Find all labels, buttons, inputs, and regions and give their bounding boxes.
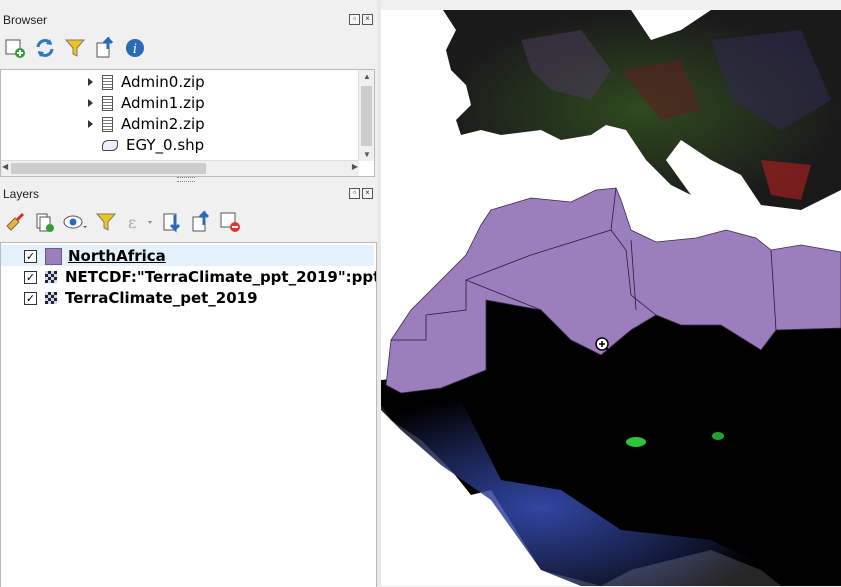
map-rendering (381, 10, 841, 586)
green-raster-spot (712, 432, 724, 440)
float-panel-icon[interactable]: ▫ (349, 188, 360, 199)
tree-item-admin2[interactable]: Admin2.zip (88, 114, 205, 134)
zip-archive-icon (102, 95, 113, 111)
layer-item-terraclimate-pet[interactable]: ✓ TerraClimate_pet_2019 (24, 288, 258, 308)
layer-visibility-checkbox[interactable]: ✓ (24, 249, 37, 263)
layers-toolbar: ε (4, 211, 241, 233)
shapefile-icon (102, 139, 118, 151)
remove-layer-icon[interactable] (219, 211, 241, 233)
collapse-all-icon[interactable] (94, 37, 116, 59)
green-raster-spot (626, 437, 646, 447)
browser-horizontal-scrollbar[interactable]: ◀ ▶ (1, 160, 359, 176)
tree-item-egy0[interactable]: EGY_0.shp (102, 135, 205, 155)
scrollbar-thumb[interactable] (11, 163, 206, 174)
scroll-left-icon[interactable]: ◀ (2, 162, 8, 171)
layer-label: NETCDF:"TerraClimate_ppt_2019":ppt (65, 268, 377, 286)
expand-arrow-icon[interactable] (88, 99, 93, 107)
browser-panel-title: Browser (3, 13, 48, 27)
filter-icon[interactable] (64, 37, 86, 59)
add-group-icon[interactable] (33, 211, 55, 233)
svg-text:i: i (133, 42, 137, 57)
layer-label: TerraClimate_pet_2019 (65, 289, 258, 307)
layer-item-netcdf-ppt[interactable]: ✓ NETCDF:"TerraClimate_ppt_2019":ppt (24, 267, 377, 287)
zip-archive-icon (102, 116, 113, 132)
map-canvas[interactable] (381, 10, 841, 586)
expand-all-icon[interactable] (161, 211, 183, 233)
polygon-symbol-icon (45, 247, 62, 265)
layer-item-northafrica[interactable]: ✓ NorthAfrica (24, 246, 166, 266)
raster-symbol-icon (45, 292, 57, 304)
style-brush-icon[interactable] (4, 211, 26, 233)
tree-item-label: EGY_0.shp (126, 136, 205, 154)
tree-item-label: Admin0.zip (121, 73, 205, 91)
scroll-down-icon[interactable]: ▼ (363, 150, 371, 159)
left-dock: Browser ▫ × i Admin0.zip Admin1.zip Admi… (0, 0, 377, 587)
browser-tree: Admin0.zip Admin1.zip Admin2.zip EGY_0.s… (0, 69, 375, 177)
scrollbar-thumb[interactable] (361, 86, 372, 146)
close-panel-icon[interactable]: × (362, 14, 373, 25)
browser-vertical-scrollbar[interactable]: ▲ ▼ (358, 70, 374, 161)
expand-arrow-icon[interactable] (88, 120, 93, 128)
layers-tree: ✓ NorthAfrica ✓ NETCDF:"TerraClimate_ppt… (0, 242, 377, 587)
scroll-up-icon[interactable]: ▲ (363, 72, 371, 81)
raster-symbol-icon (45, 271, 57, 283)
filter-icon[interactable] (95, 211, 117, 233)
tree-item-label: Admin2.zip (121, 115, 205, 133)
layer-visibility-checkbox[interactable]: ✓ (24, 270, 37, 284)
properties-icon[interactable]: i (124, 37, 146, 59)
layers-dock-buttons: ▫ × (349, 188, 373, 199)
close-panel-icon[interactable]: × (362, 188, 373, 199)
zip-archive-icon (102, 74, 113, 90)
scroll-right-icon[interactable]: ▶ (352, 162, 358, 171)
collapse-all-icon[interactable] (190, 211, 212, 233)
tree-item-admin1[interactable]: Admin1.zip (88, 93, 205, 113)
visibility-eye-icon[interactable] (62, 211, 88, 233)
add-selected-icon[interactable] (4, 37, 26, 59)
panel-splitter-grip[interactable] (177, 177, 195, 182)
tree-item-admin0[interactable]: Admin0.zip (88, 72, 205, 92)
browser-dock-buttons: ▫ × (349, 14, 373, 25)
expand-arrow-icon[interactable] (88, 78, 93, 86)
svg-text:ε: ε (128, 213, 136, 232)
layer-label: NorthAfrica (68, 247, 166, 265)
layer-visibility-checkbox[interactable]: ✓ (24, 291, 37, 305)
tree-item-label: Admin1.zip (121, 94, 205, 112)
float-panel-icon[interactable]: ▫ (349, 14, 360, 25)
layers-panel-title: Layers (3, 187, 40, 201)
refresh-icon[interactable] (34, 37, 56, 59)
browser-toolbar: i (4, 37, 146, 59)
expression-filter-icon[interactable]: ε (124, 211, 154, 233)
